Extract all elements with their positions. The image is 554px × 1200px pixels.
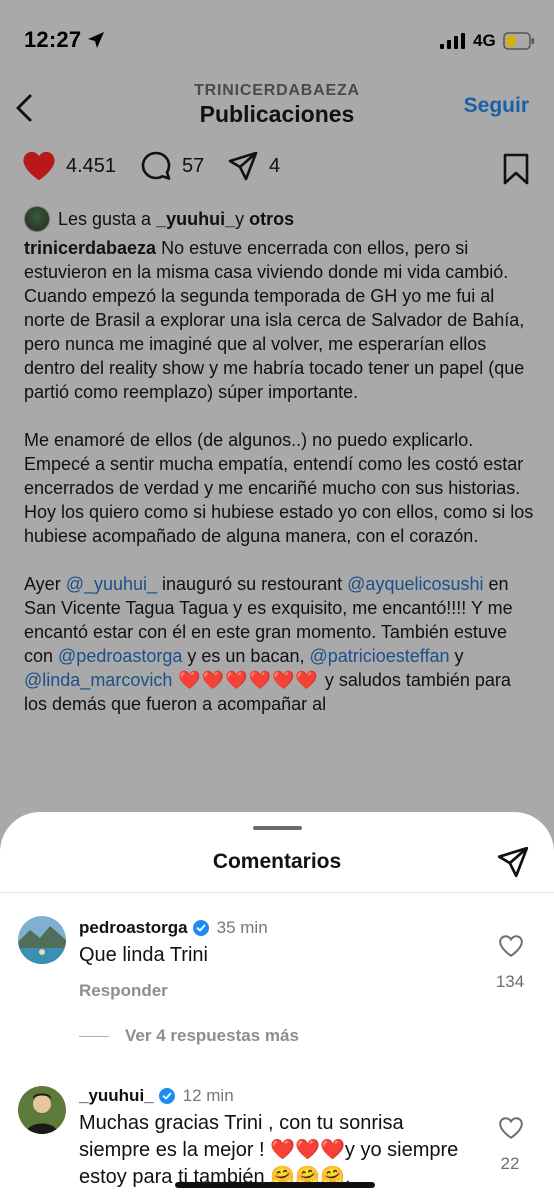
comment-text: Que linda Trini: [79, 944, 208, 966]
liked-by-line[interactable]: Les gusta a _yuuhui_ y otros: [24, 206, 294, 232]
view-more-replies[interactable]: Ver 4 respuestas más: [79, 1026, 299, 1046]
comment-hearts: ❤️❤️❤️: [270, 1139, 345, 1161]
network-type: 4G: [473, 31, 496, 50]
comment-likes-count: 134: [495, 972, 525, 991]
avatar-person-image: [18, 1086, 66, 1134]
caption-text-3d: y es un bacan,: [182, 646, 310, 666]
comments-sheet: Comentarios pedroastorga 35 min Que lind…: [0, 812, 554, 1200]
avatar[interactable]: [18, 1086, 66, 1134]
caption-text-3a: Ayer: [24, 574, 66, 594]
comment-header: _yuuhui_ 12 min: [79, 1086, 234, 1106]
comment-time: 12 min: [182, 1086, 234, 1105]
comment-action[interactable]: 57: [140, 150, 204, 182]
post-caption: trinicerdabaeza No estuve encerrada con …: [24, 236, 534, 740]
avatar-landscape-image: [18, 916, 66, 964]
mention-ayquelicosushi[interactable]: @ayquelicosushi: [347, 574, 483, 594]
comment-username[interactable]: pedroastorga: [79, 918, 188, 938]
liked-by-others[interactable]: otros: [249, 209, 294, 230]
sheet-title: Comentarios: [212, 850, 342, 873]
heart-filled-icon[interactable]: [22, 150, 56, 182]
comments-count: 57: [182, 154, 205, 177]
caption-text-3b: inauguró su restourant: [157, 574, 348, 594]
mention-yuuhui[interactable]: @_yuuhui_: [66, 574, 157, 594]
mention-patricioesteffan[interactable]: @patricioesteffan: [309, 646, 449, 666]
sheet-grabber[interactable]: [253, 826, 302, 830]
like-action[interactable]: 4.451: [22, 150, 116, 182]
status-time: 12:27: [24, 27, 82, 52]
avatar[interactable]: [18, 916, 66, 964]
comment-text: Muchas gracias Trini , con tu sonrisa si…: [79, 1110, 479, 1191]
cellular-signal-icon: [440, 33, 465, 49]
comment-header: pedroastorga 35 min: [79, 918, 268, 938]
reply-button[interactable]: Responder: [79, 981, 168, 1001]
caption-text-3e: y: [449, 646, 464, 666]
share-send-icon[interactable]: [496, 845, 530, 879]
liked-by-prefix: Les gusta a: [58, 208, 152, 229]
comment-likes-count: 22: [500, 1154, 520, 1173]
caption-text-1: No estuve encerrada con ellos, pero si e…: [24, 238, 525, 402]
liked-by-user[interactable]: _yuuhui_: [156, 209, 235, 230]
battery-icon: [503, 32, 534, 50]
status-bar: 12:27 4G: [0, 0, 554, 80]
follow-button[interactable]: Seguir: [464, 94, 529, 118]
caption-hearts: ❤️❤️❤️❤️❤️❤️: [172, 670, 325, 690]
heart-outline-icon[interactable]: [498, 1116, 524, 1140]
liked-by-connector: y: [235, 208, 245, 229]
header-nav: TRINICERDABAEZA Publicaciones Seguir: [0, 80, 554, 140]
caption-paragraph-2: Me enamoré de ellos (de algunos..) no pu…: [24, 430, 534, 546]
verified-badge-icon: [192, 920, 209, 936]
share-action[interactable]: 4: [227, 150, 280, 182]
caption-paragraph-1: trinicerdabaeza No estuve encerrada con …: [24, 236, 534, 404]
more-replies-label[interactable]: Ver 4 respuestas más: [125, 1026, 299, 1046]
comment-username[interactable]: _yuuhui_: [79, 1086, 154, 1106]
liker-avatar: [24, 206, 50, 232]
home-indicator: [175, 1182, 375, 1188]
more-replies-line: [79, 1035, 109, 1037]
caption-author[interactable]: trinicerdabaeza: [24, 238, 156, 258]
shares-count: 4: [269, 154, 281, 177]
comment-bubble-icon[interactable]: [140, 150, 172, 182]
sheet-divider: [0, 892, 554, 893]
send-icon[interactable]: [227, 150, 259, 182]
mention-pedroastorga[interactable]: @pedroastorga: [58, 646, 182, 666]
mention-linda-marcovich[interactable]: @linda_marcovich: [24, 670, 172, 690]
verified-badge-icon: [158, 1088, 175, 1104]
caption-paragraph-3: Ayer @_yuuhui_ inauguró su restourant @a…: [24, 572, 534, 716]
bookmark-icon[interactable]: [502, 153, 530, 185]
likes-count: 4.451: [66, 154, 117, 177]
comment-time: 35 min: [216, 918, 268, 937]
post-actions: 4.451 57 4: [0, 150, 554, 190]
heart-outline-icon[interactable]: [498, 934, 524, 958]
location-arrow-icon: [88, 32, 104, 48]
